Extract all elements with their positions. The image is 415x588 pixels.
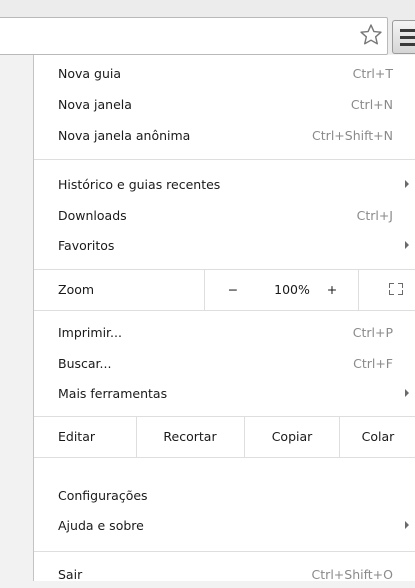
menu-separator [34,159,415,160]
menu-separator [34,551,415,552]
menu-item-shortcut: Ctrl+F [353,356,393,371]
zoom-out-button[interactable]: − [222,270,244,310]
menu-item-label: Favoritos [58,238,115,253]
menu-item-print[interactable]: Imprimir... Ctrl+P [34,320,415,346]
menu-item-shortcut: Ctrl+J [356,208,393,223]
copy-button[interactable]: Copiar [245,417,339,457]
cut-button[interactable]: Recortar [137,417,243,457]
hamburger-menu-icon[interactable] [392,20,415,54]
star-outline-icon[interactable] [358,22,384,48]
menu-item-label: Nova guia [58,66,122,81]
menu-item-label: Histórico e guias recentes [58,177,221,192]
menu-item-help[interactable]: Ajuda e sobre [34,513,415,539]
menu-item-shortcut: Ctrl+N [350,97,393,112]
menu-item-incognito-window[interactable]: Nova janela anônima Ctrl+Shift+N [34,123,415,149]
menu-item-bookmarks[interactable]: Favoritos [34,233,415,259]
menu-item-find[interactable]: Buscar... Ctrl+F [34,351,415,377]
menu-item-new-window[interactable]: Nova janela Ctrl+N [34,92,415,118]
menu-item-label: Imprimir... [58,325,122,340]
submenu-arrow-icon [405,389,409,397]
edit-label: Editar [58,429,96,444]
menu-item-settings[interactable]: Configurações [34,483,415,509]
menu-item-exit[interactable]: Sair Ctrl+Shift+O [34,562,415,588]
browser-toolbar [0,0,415,55]
menu-item-more-tools[interactable]: Mais ferramentas [34,381,415,407]
menu-item-shortcut: Ctrl+P [352,325,393,340]
submenu-arrow-icon [405,241,409,249]
chrome-menu: Nova guia Ctrl+T Nova janela Ctrl+N Nova… [33,55,415,582]
zoom-label: Zoom [58,282,95,297]
menu-item-label: Buscar... [58,356,112,371]
zoom-row: Zoom − 100% + [34,269,415,311]
menu-item-label: Ajuda e sobre [58,518,144,533]
submenu-arrow-icon [405,521,409,529]
zoom-in-button[interactable]: + [321,270,343,310]
menu-item-label: Nova janela anônima [58,128,191,143]
menu-item-label: Configurações [58,488,148,503]
menu-item-shortcut: Ctrl+Shift+O [311,567,393,582]
fullscreen-icon[interactable] [389,283,403,295]
menu-item-history[interactable]: Histórico e guias recentes [34,172,415,198]
edit-row: Editar Recortar Copiar Colar [34,416,415,458]
paste-button[interactable]: Colar [340,417,415,457]
menu-item-new-tab[interactable]: Nova guia Ctrl+T [34,61,415,87]
menu-item-label: Downloads [58,208,127,223]
address-bar[interactable] [0,17,388,55]
menu-item-shortcut: Ctrl+Shift+N [312,128,393,143]
zoom-level: 100% [274,282,310,297]
menu-item-shortcut: Ctrl+T [352,66,393,81]
menu-item-downloads[interactable]: Downloads Ctrl+J [34,203,415,229]
menu-item-label: Nova janela [58,97,132,112]
menu-item-label: Sair [58,567,83,582]
submenu-arrow-icon [405,180,409,188]
menu-item-label: Mais ferramentas [58,386,168,401]
